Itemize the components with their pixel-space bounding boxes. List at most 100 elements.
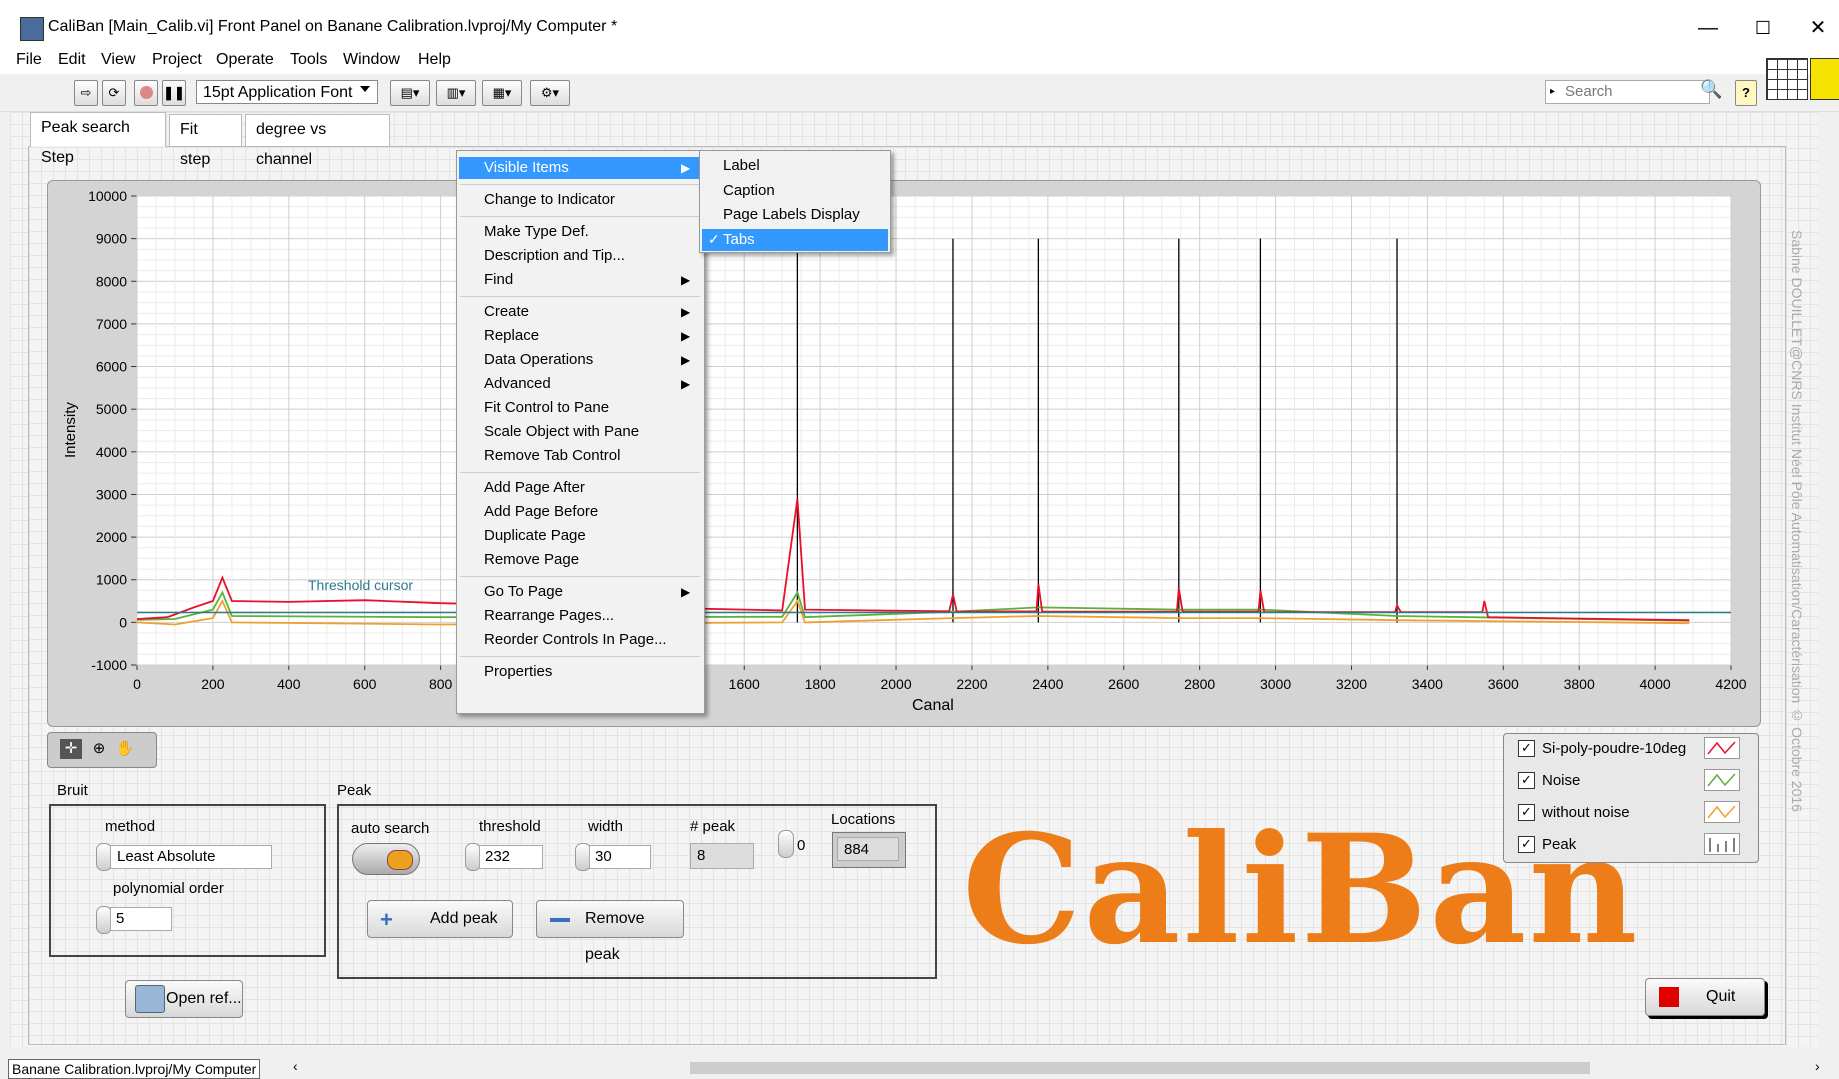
menu-item-make-type-def[interactable]: Make Type Def. [484,223,589,240]
bruit-group-title: Bruit [57,782,88,799]
menu-item-go-to-page[interactable]: Go To Page [484,583,563,600]
scroll-left-icon[interactable]: ‹ [293,1058,298,1074]
pan-hand-icon[interactable]: ✋ [114,739,136,759]
menu-item-reorder-controls-in-page[interactable]: Reorder Controls In Page... [484,631,667,648]
menu-item-create[interactable]: Create [484,303,529,320]
method-ring[interactable]: Least Absolute [110,845,272,869]
legend-checkbox-peak[interactable]: ✓ [1518,836,1535,853]
minus-icon [550,918,570,922]
x-tick-label: 400 [277,676,301,692]
x-tick-label: 3600 [1488,676,1519,692]
y-tick-label: 0 [119,614,127,630]
menu-separator [460,656,700,657]
locations-index[interactable]: 0 [797,837,805,854]
checkmark-icon: ✓ [708,230,720,247]
x-tick-label: 2000 [880,676,911,692]
menu-item-replace[interactable]: Replace [484,327,539,344]
legend-label-peak: Peak [1542,836,1577,853]
width-input[interactable]: 30 [589,845,651,869]
legend-label-without-noise: without noise [1542,804,1630,821]
x-tick-label: 2800 [1184,676,1215,692]
y-tick-label: 6000 [96,359,127,375]
npeak-indicator: 8 [690,843,754,869]
x-tick-label: 1800 [805,676,836,692]
menu-item-visible-items[interactable]: Visible Items [484,159,569,176]
submenu-item-tabs[interactable]: Tabs [723,231,755,248]
legend-checkbox-without-noise[interactable]: ✓ [1518,804,1535,821]
plus-icon: + [380,907,393,932]
y-tick-label: 5000 [96,401,127,417]
submenu-item-caption[interactable]: Caption [723,182,775,199]
x-tick-label: 2400 [1032,676,1063,692]
cursor-move-icon[interactable]: ✛ [60,739,82,759]
locations-value: 884 [837,837,899,861]
x-tick-label: 3200 [1336,676,1367,692]
stop-icon [1659,987,1679,1007]
submenu-arrow-icon: ▶ [681,329,691,343]
zoom-icon[interactable]: ⊕ [88,739,110,759]
menu-item-change-to-indicator[interactable]: Change to Indicator [484,191,615,208]
menu-item-add-page-after[interactable]: Add Page After [484,479,585,496]
menu-item-find[interactable]: Find [484,271,513,288]
legend-swatch-peak[interactable] [1704,833,1740,855]
polynomial-order-label: polynomial order [113,880,224,897]
locations-index-spinner[interactable] [778,830,794,858]
method-label: method [105,818,156,835]
submenu-arrow-icon: ▶ [681,305,691,319]
menu-item-add-page-before[interactable]: Add Page Before [484,503,598,520]
y-tick-label: 8000 [96,273,127,289]
x-tick-label: 4000 [1640,676,1671,692]
polynomial-order-input[interactable]: 5 [110,907,172,931]
auto-search-toggle[interactable] [352,843,420,875]
menu-separator [460,576,700,577]
menu-item-data-operations[interactable]: Data Operations [484,351,593,368]
locations-label: Locations [831,811,896,828]
x-tick-label: 3400 [1412,676,1443,692]
submenu-item-page-labels-display[interactable]: Page Labels Display [723,206,860,223]
submenu-arrow-icon: ▶ [681,585,691,599]
submenu-arrow-icon: ▶ [681,161,691,175]
menu-separator [460,296,700,297]
legend-swatch-si-poly[interactable] [1704,737,1740,759]
menu-item-rearrange-pages[interactable]: Rearrange Pages... [484,607,614,624]
menu-separator [460,184,700,185]
x-tick-label: 2200 [956,676,987,692]
context-menu: Visible Items ▶ Change to Indicator Make Ty… [456,150,705,714]
toggle-led-icon [387,850,413,870]
x-tick-label: 600 [353,676,377,692]
y-tick-label: 1000 [96,572,127,588]
auto-search-label: auto search [351,820,430,837]
y-tick-label: 4000 [96,444,127,460]
folder-icon [135,985,165,1013]
x-tick-label: 0 [133,676,141,692]
menu-item-remove-page[interactable]: Remove Page [484,551,579,568]
horizontal-scrollbar-thumb[interactable] [690,1062,1590,1074]
submenu-item-label[interactable]: Label [723,157,760,174]
legend-swatch-without-noise[interactable] [1704,801,1740,823]
scroll-right-icon[interactable]: › [1815,1058,1820,1074]
menu-item-fit-control-to-pane[interactable]: Fit Control to Pane [484,399,609,416]
x-tick-label: 800 [429,676,453,692]
submenu-arrow-icon: ▶ [681,273,691,287]
peak-group-title: Peak [337,782,372,799]
menu-item-advanced[interactable]: Advanced [484,375,551,392]
legend-checkbox-si-poly[interactable]: ✓ [1518,740,1535,757]
x-tick-label: 200 [201,676,225,692]
submenu-arrow-icon: ▶ [681,353,691,367]
width-label: width [588,818,624,835]
x-tick-label: 3000 [1260,676,1291,692]
threshold-input[interactable]: 232 [479,845,543,869]
menu-item-scale-object-with-pane[interactable]: Scale Object with Pane [484,423,639,440]
x-tick-label: 1600 [729,676,760,692]
menu-item-duplicate-page[interactable]: Duplicate Page [484,527,586,544]
menu-item-description-and-tip[interactable]: Description and Tip... [484,247,625,264]
visible-items-submenu: Label Caption Page Labels Display ✓ Tabs [699,150,891,253]
menu-item-properties[interactable]: Properties [484,663,552,680]
legend-swatch-noise[interactable] [1704,769,1740,791]
menu-item-remove-tab-control[interactable]: Remove Tab Control [484,447,620,464]
legend-checkbox-noise[interactable]: ✓ [1518,772,1535,789]
x-tick-label: 4200 [1715,676,1746,692]
x-tick-label: 2600 [1108,676,1139,692]
legend-label-noise: Noise [1542,772,1581,789]
menu-separator [460,472,700,473]
